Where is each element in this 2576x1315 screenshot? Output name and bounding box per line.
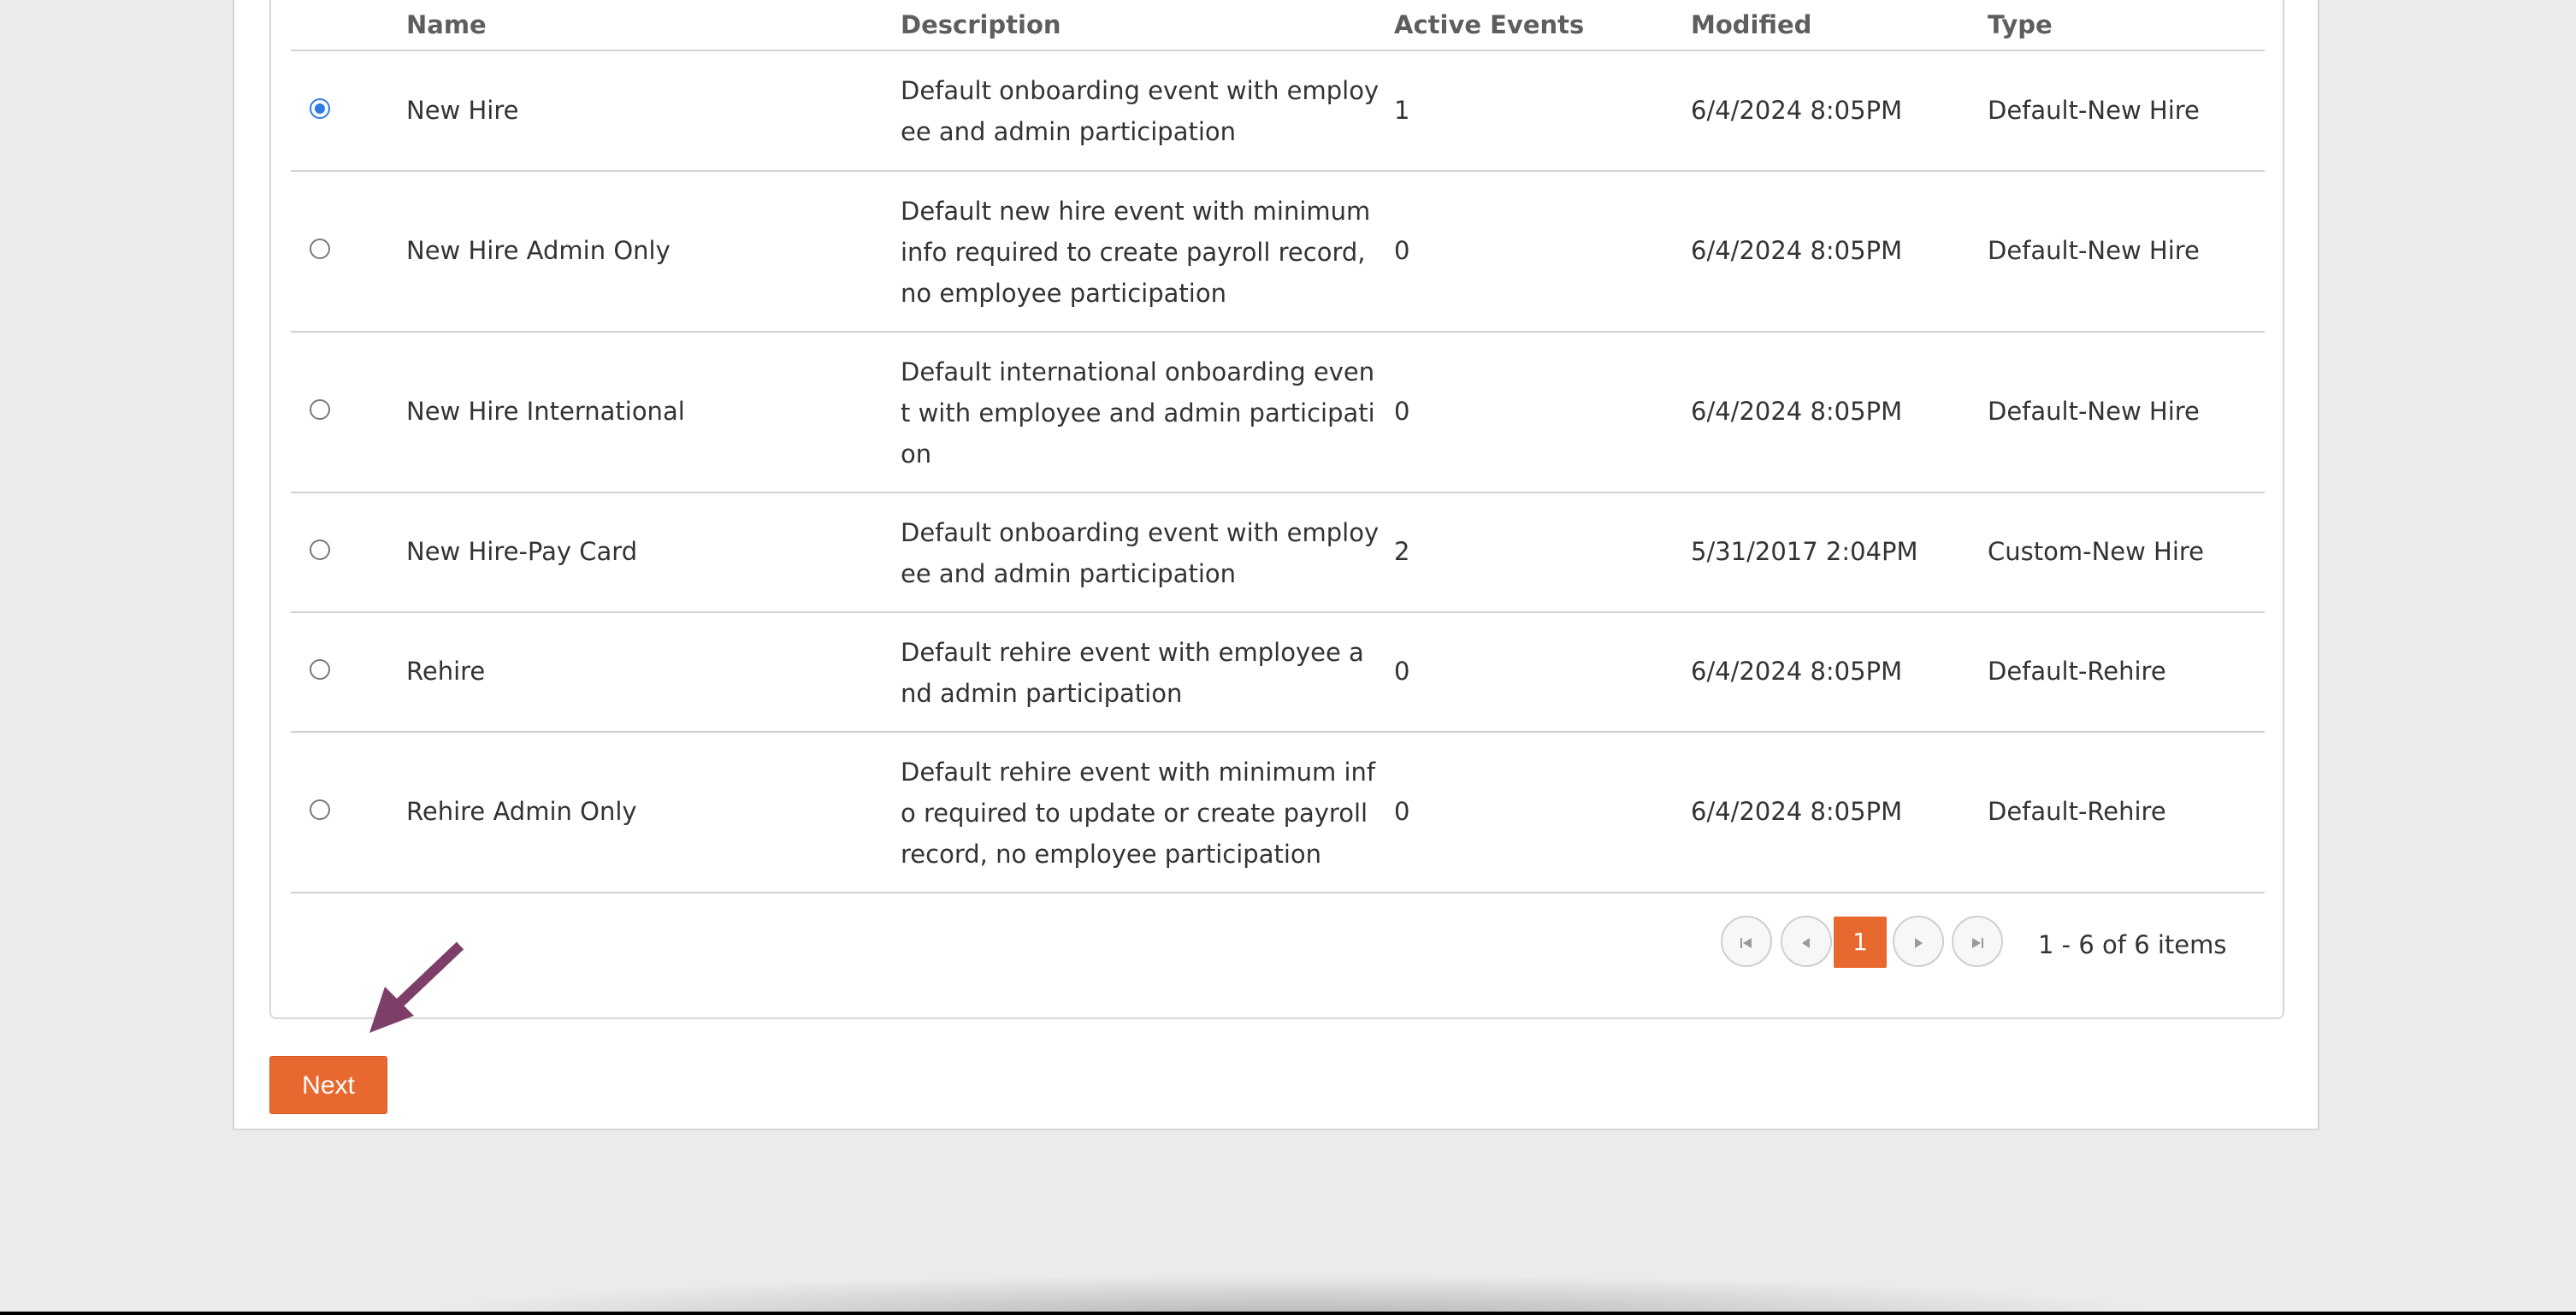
row-select-radio[interactable] (310, 540, 330, 560)
pager-info: 1 - 6 of 6 items (2038, 930, 2227, 959)
last-page-icon[interactable] (1952, 916, 2003, 967)
active-events-count: 2 (1394, 537, 1410, 566)
event-description: Default rehire event with minimum info r… (901, 758, 1376, 869)
event-name: Rehire (406, 657, 486, 686)
row-select-radio[interactable] (310, 98, 330, 119)
previous-page-icon[interactable] (1781, 916, 1832, 967)
pointer-arrow-icon (369, 941, 464, 1033)
table-row[interactable]: Rehire Admin Only Default rehire event w… (291, 733, 2265, 893)
modified-date: 6/4/2024 8:05PM (1691, 657, 1903, 686)
event-description: Default rehire event with employee and a… (901, 638, 1364, 708)
table-row[interactable]: New Hire International Default internati… (291, 333, 2265, 493)
column-header-modified[interactable]: Modified (1691, 10, 1811, 39)
next-button[interactable]: Next (269, 1056, 387, 1114)
current-page-button[interactable]: 1 (1834, 917, 1887, 968)
active-events-count: 0 (1394, 236, 1410, 265)
event-type: Default-Rehire (1988, 797, 2166, 826)
active-events-count: 0 (1394, 797, 1410, 826)
event-description: Default onboarding event with employee a… (901, 518, 1380, 588)
event-type: Default-New Hire (1988, 96, 2200, 125)
row-select-radio[interactable] (310, 239, 330, 259)
modified-date: 6/4/2024 8:05PM (1691, 236, 1903, 265)
bottom-edge (0, 1312, 2576, 1315)
event-type: Default-New Hire (1988, 236, 2200, 265)
table-row[interactable]: New Hire Admin Only Default new hire eve… (291, 172, 2265, 333)
modified-date: 5/31/2017 2:04PM (1691, 537, 1918, 566)
table-row[interactable]: New Hire Default onboarding event with e… (291, 51, 2265, 172)
modified-date: 6/4/2024 8:05PM (1691, 96, 1903, 125)
event-name: New Hire-Pay Card (406, 537, 638, 566)
active-events-count: 1 (1394, 96, 1410, 125)
bottom-shadow (411, 1274, 2172, 1315)
event-type: Custom-New Hire (1988, 537, 2205, 566)
column-header-description[interactable]: Description (901, 10, 1061, 39)
column-header-name[interactable]: Name (406, 10, 487, 39)
event-name: New Hire (406, 96, 519, 125)
column-header-active-events[interactable]: Active Events (1394, 10, 1584, 39)
table-row[interactable]: Rehire Default rehire event with employe… (291, 613, 2265, 733)
event-description: Default international onboarding event w… (901, 357, 1375, 469)
event-description: Default onboarding event with employee a… (901, 76, 1380, 146)
table-row[interactable]: New Hire-Pay Card Default onboarding eve… (291, 493, 2265, 613)
row-select-radio[interactable] (310, 799, 330, 820)
first-page-icon[interactable] (1721, 916, 1772, 967)
event-description: Default new hire event with minimum info… (901, 197, 1371, 308)
modified-date: 6/4/2024 8:05PM (1691, 397, 1903, 426)
event-name: Rehire Admin Only (406, 797, 637, 826)
row-select-radio[interactable] (310, 399, 330, 420)
next-page-icon[interactable] (1893, 916, 1944, 967)
active-events-count: 0 (1394, 657, 1410, 686)
event-type: Default-Rehire (1988, 657, 2166, 686)
row-select-radio[interactable] (310, 659, 330, 680)
event-name: New Hire Admin Only (406, 236, 671, 265)
table-header: Name Description Active Events Modified … (291, 0, 2265, 51)
event-name: New Hire International (406, 397, 685, 426)
event-type: Default-New Hire (1988, 397, 2200, 426)
active-events-count: 0 (1394, 397, 1410, 426)
modified-date: 6/4/2024 8:05PM (1691, 797, 1903, 826)
column-header-type[interactable]: Type (1988, 10, 2053, 39)
